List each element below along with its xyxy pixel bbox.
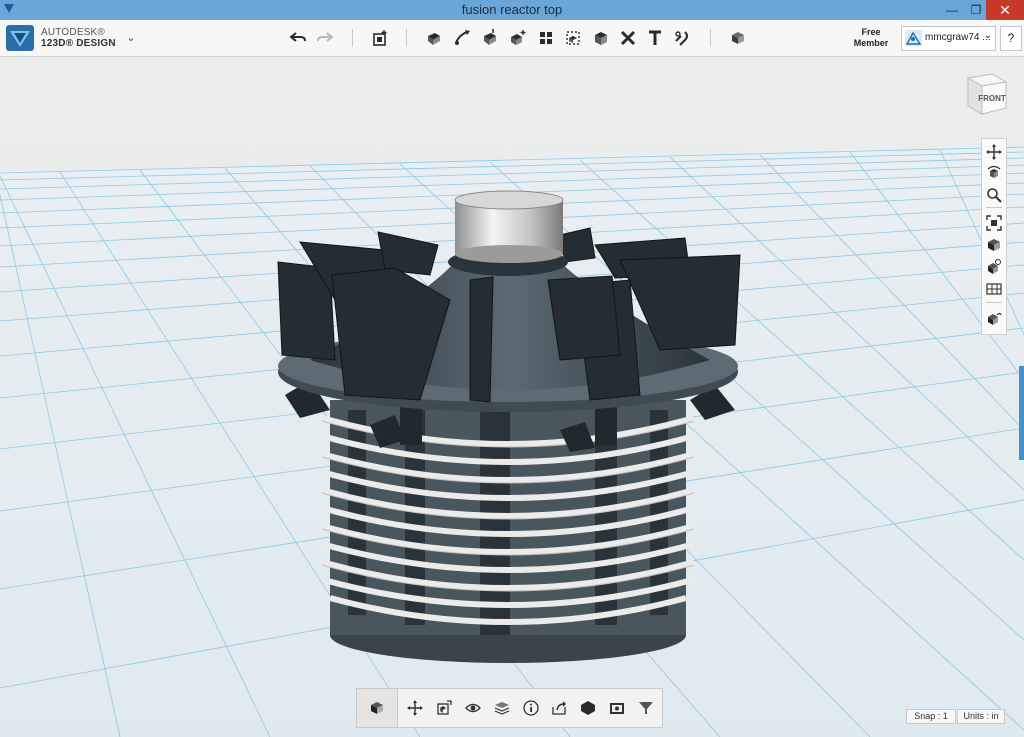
filter-button[interactable] <box>634 697 658 719</box>
reactor-model <box>277 190 741 663</box>
smart-scale-icon <box>437 700 452 715</box>
perspective-icon <box>988 239 1000 251</box>
visibility-icon <box>988 259 1001 274</box>
solid-button[interactable] <box>589 26 613 50</box>
materials-view-icon <box>988 312 1002 325</box>
main-toolbar: AUTODESK® 123D® DESIGN ⌄ Free Member mmc… <box>0 20 1024 57</box>
group-button[interactable] <box>534 26 558 50</box>
export-button[interactable] <box>547 697 571 719</box>
snap-button[interactable] <box>670 26 694 50</box>
undo-button[interactable] <box>286 26 310 50</box>
move-icon <box>407 700 423 716</box>
sketch-icon <box>428 33 440 45</box>
solid-view-button[interactable] <box>576 697 600 719</box>
grid-toggle-button[interactable] <box>984 279 1004 299</box>
select-button[interactable] <box>357 689 398 727</box>
combine-icon <box>566 31 580 45</box>
app-menu-chevron-icon[interactable]: ⌄ <box>124 31 138 45</box>
visibility-button[interactable] <box>984 257 1004 277</box>
brand-company: AUTODESK® <box>41 27 105 38</box>
orbit-button[interactable] <box>984 163 1004 183</box>
membership-label[interactable]: Free Member <box>848 27 894 49</box>
username: mmcgraw74 ... <box>925 32 991 43</box>
zoom-icon <box>987 188 1002 203</box>
measure-icon <box>595 32 607 45</box>
viewcube-face-label: FRONT <box>978 94 1006 103</box>
redo-icon <box>317 32 333 42</box>
perspective-button[interactable] <box>984 235 1004 255</box>
text-icon <box>649 30 661 45</box>
user-account-dropdown[interactable]: mmcgraw74 ... ⌄ <box>901 26 996 51</box>
pattern-button[interactable] <box>506 26 530 50</box>
redo-button[interactable] <box>313 26 337 50</box>
solid-icon <box>581 701 595 715</box>
toolbar-divider <box>406 29 407 47</box>
bottom-toolbar <box>356 688 663 728</box>
snap-setting[interactable]: Snap : 1 <box>906 709 956 724</box>
construct-icon <box>455 30 470 45</box>
modify-button[interactable] <box>478 26 502 50</box>
select-icon <box>371 702 383 714</box>
layers-button[interactable] <box>490 697 514 719</box>
chevron-down-icon: ⌄ <box>983 30 992 41</box>
info-button[interactable] <box>519 697 543 719</box>
grid-icon <box>986 283 1002 295</box>
smart-scale-button[interactable] <box>432 697 456 719</box>
construct-button[interactable] <box>450 26 474 50</box>
materials-view-button[interactable] <box>984 308 1004 328</box>
filter-icon <box>639 702 653 714</box>
side-panel-tab[interactable] <box>1019 366 1024 460</box>
delete-icon <box>620 30 636 46</box>
delete-button[interactable] <box>616 26 640 50</box>
close-button[interactable]: ✕ <box>986 0 1024 20</box>
toolbar-divider <box>710 29 711 47</box>
eye-icon <box>465 703 481 713</box>
primitives-button[interactable] <box>368 26 392 50</box>
group-icon <box>540 32 552 44</box>
3d-viewport[interactable]: FRONT <box>0 57 1024 737</box>
snap-icon <box>675 31 688 46</box>
camera-button[interactable] <box>605 697 629 719</box>
help-button[interactable]: ? <box>1000 26 1022 51</box>
sketch-button[interactable] <box>422 26 446 50</box>
info-icon <box>523 700 539 716</box>
camera-icon <box>610 703 624 714</box>
minimize-button[interactable]: — <box>938 0 966 20</box>
fit-icon <box>986 215 1002 231</box>
export-icon <box>552 701 566 715</box>
title-bar: fusion reactor top — ❐ ✕ <box>0 0 1024 20</box>
maximize-button[interactable]: ❐ <box>966 0 986 20</box>
grid-and-model <box>0 57 1024 737</box>
app-logo[interactable] <box>6 25 34 51</box>
viewcube[interactable]: FRONT <box>962 72 1008 116</box>
combine-button[interactable] <box>561 26 585 50</box>
pan-icon <box>986 144 1002 160</box>
zoom-button[interactable] <box>984 185 1004 205</box>
units-setting[interactable]: Units : in <box>957 709 1005 724</box>
undo-icon <box>290 32 306 42</box>
text-button[interactable] <box>643 26 667 50</box>
navigation-bar <box>981 138 1007 335</box>
window-title: fusion reactor top <box>461 2 563 17</box>
avatar <box>905 30 922 46</box>
move-button[interactable] <box>403 697 427 719</box>
visibility-toggle-button[interactable] <box>461 697 485 719</box>
layers-icon <box>494 702 510 715</box>
fit-button[interactable] <box>984 213 1004 233</box>
pattern-icon <box>511 30 526 45</box>
materials-icon <box>732 32 744 44</box>
primitives-icon <box>373 30 387 46</box>
nav-divider <box>986 207 1002 208</box>
orbit-icon <box>987 165 1001 178</box>
nav-divider <box>986 302 1002 303</box>
toolbar-divider <box>352 29 353 47</box>
brand-product: 123D® DESIGN <box>41 38 116 49</box>
materials-button[interactable] <box>726 26 750 50</box>
pan-button[interactable] <box>984 142 1004 162</box>
modify-icon <box>484 29 496 45</box>
